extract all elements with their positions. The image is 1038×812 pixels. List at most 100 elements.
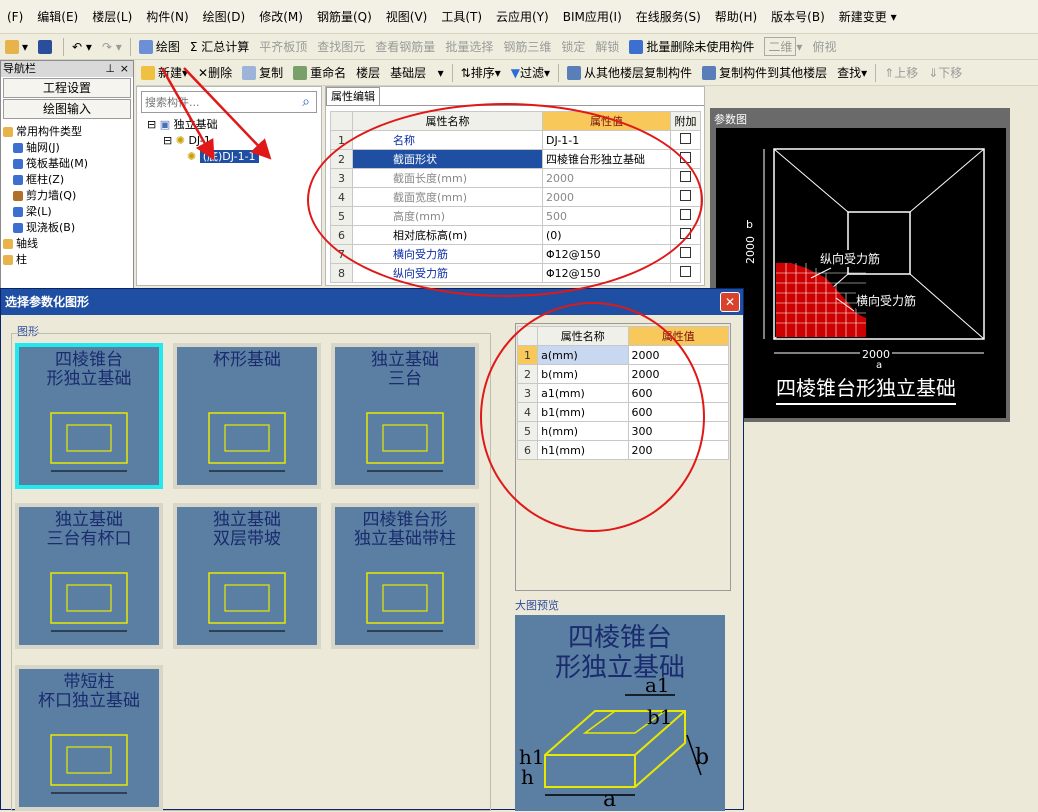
draw-input-button[interactable]: 绘图输入 bbox=[3, 99, 131, 119]
menu-item[interactable]: 构件(N) bbox=[139, 8, 195, 25]
dim-b-label: b bbox=[746, 218, 753, 231]
batch-select-button[interactable]: 批量选择 bbox=[440, 36, 498, 58]
top-view-button[interactable]: 俯视 bbox=[807, 36, 841, 58]
menu-item[interactable]: 帮助(H) bbox=[708, 8, 764, 25]
save-icon[interactable] bbox=[33, 36, 60, 58]
menu-item[interactable]: 云应用(Y) bbox=[489, 8, 556, 25]
shape-title: 带短柱 杯口独立基础 bbox=[38, 672, 140, 711]
redo-icon[interactable]: ↷ ▾ bbox=[97, 36, 127, 58]
nav-item[interactable]: 现浇板(B) bbox=[3, 220, 133, 236]
nav-item-label: 轴线 bbox=[16, 237, 38, 250]
nav-item-icon bbox=[3, 255, 13, 265]
find-button[interactable]: 查找 ▾ bbox=[832, 62, 872, 84]
nav-item[interactable]: 常用构件类型 bbox=[3, 124, 133, 140]
shape-card[interactable]: 四棱锥台 形独立基础 bbox=[15, 343, 163, 489]
brush-icon bbox=[629, 39, 644, 54]
menu-item[interactable]: (F) bbox=[0, 10, 30, 24]
row-number: 8 bbox=[330, 263, 353, 283]
nav-header: 导航栏 ⊥ × bbox=[1, 61, 133, 77]
menu-item[interactable]: 楼层(L) bbox=[85, 8, 139, 25]
nav-item-label: 剪力墙(Q) bbox=[26, 189, 77, 202]
nav-item-icon bbox=[13, 143, 23, 153]
shape-card[interactable]: 独立基础 三台有杯口 bbox=[15, 503, 163, 649]
nav-item-label: 现浇板(B) bbox=[26, 221, 76, 234]
shape-title: 杯形基础 bbox=[213, 350, 281, 370]
rebar-3d-button[interactable]: 钢筋三维 bbox=[498, 36, 556, 58]
shape-card[interactable]: 四棱锥台形 独立基础带柱 bbox=[331, 503, 479, 649]
preview-label-b: b bbox=[695, 745, 710, 770]
dialog-close-button[interactable]: ✕ bbox=[720, 292, 740, 312]
nav-item[interactable]: 轴线 bbox=[3, 236, 133, 252]
nav-close-icon[interactable]: × bbox=[120, 61, 129, 77]
find-element-button[interactable]: 查找图元 bbox=[312, 36, 370, 58]
undo-icon[interactable]: ↶ ▾ bbox=[67, 36, 97, 58]
nav-item-label: 常用构件类型 bbox=[16, 125, 82, 138]
preview-label-h: h bbox=[521, 765, 534, 789]
param-drawing: 2000 b 2000 a 纵向受力筋 横向受力筋 四棱锥台形独立基础 bbox=[716, 128, 1006, 418]
menu-item[interactable]: 新建变更 ▾ bbox=[832, 8, 904, 25]
nav-item[interactable]: 柱 bbox=[3, 252, 133, 268]
summary-button[interactable]: Σ 汇总计算 bbox=[185, 36, 254, 58]
param-caption: 四棱锥台形独立基础 bbox=[776, 372, 956, 405]
shape-card[interactable]: 杯形基础 bbox=[173, 343, 321, 489]
nav-item-label: 筏板基础(M) bbox=[26, 157, 89, 170]
copy-from-floor-button[interactable]: 从其他楼层复制构件 bbox=[562, 62, 697, 84]
move-down-button[interactable]: ⇓ 下移 bbox=[923, 62, 967, 84]
preview-label-b1: b1 bbox=[647, 705, 673, 729]
nav-item-icon bbox=[3, 239, 13, 249]
nav-item-label: 柱 bbox=[16, 253, 27, 266]
pin-icon[interactable]: ⊥ bbox=[105, 61, 115, 77]
nav-item-icon bbox=[13, 223, 23, 233]
menu-item[interactable]: 工具(T) bbox=[434, 8, 489, 25]
extra-checkbox[interactable] bbox=[670, 263, 701, 283]
menu-item[interactable]: BIM应用(I) bbox=[556, 8, 629, 25]
nav-item-icon bbox=[13, 159, 23, 169]
menu-item[interactable]: 编辑(E) bbox=[30, 8, 85, 25]
menu-item[interactable]: 视图(V) bbox=[379, 8, 435, 25]
menu-item[interactable]: 在线服务(S) bbox=[629, 8, 708, 25]
project-settings-button[interactable]: 工程设置 bbox=[3, 78, 131, 98]
flat-roof-button[interactable]: 平齐板顶 bbox=[254, 36, 312, 58]
view-rebar-button[interactable]: 查看钢筋量 bbox=[370, 36, 440, 58]
menu-item[interactable]: 版本号(B) bbox=[764, 8, 832, 25]
floor-select[interactable]: 基础层 ▾ bbox=[385, 62, 448, 84]
copy-to-icon bbox=[702, 65, 717, 80]
nav-item[interactable]: 筏板基础(M) bbox=[3, 156, 133, 172]
preview-diagram bbox=[544, 694, 702, 796]
nav-item-icon bbox=[13, 175, 23, 185]
unlock-button[interactable]: 解锁 bbox=[590, 36, 624, 58]
shape-title: 四棱锥台 形独立基础 bbox=[46, 350, 132, 389]
nav-item-label: 轴网(J) bbox=[26, 141, 60, 154]
view-2d-select[interactable]: 二维 ▾ bbox=[759, 36, 807, 58]
sort-button[interactable]: ⇅ 排序 ▾ bbox=[456, 62, 506, 84]
filter-button[interactable]: ▼ 过滤 ▾ bbox=[506, 62, 555, 84]
nav-item-label: 梁(L) bbox=[26, 205, 52, 218]
copy-to-floor-button[interactable]: 复制构件到其他楼层 bbox=[697, 62, 832, 84]
draw-button[interactable]: 绘图 bbox=[134, 36, 185, 58]
draw-icon bbox=[138, 39, 153, 54]
menu-item[interactable]: 绘图(D) bbox=[196, 8, 253, 25]
nav-tree: 常用构件类型轴网(J) 筏板基础(M) 框柱(Z) 剪力墙(Q) 梁(L) 现浇板(B) 轴… bbox=[1, 120, 133, 268]
nav-item[interactable]: 轴网(J) bbox=[3, 140, 133, 156]
move-up-button[interactable]: ⇑ 上移 bbox=[879, 62, 923, 84]
shape-card[interactable]: 独立基础 三台 bbox=[331, 343, 479, 489]
shape-card[interactable]: 带短柱 杯口独立基础 bbox=[15, 665, 163, 811]
shape-title: 独立基础 双层带坡 bbox=[213, 510, 281, 549]
param-view-title: 参数图 bbox=[714, 113, 747, 126]
nav-item[interactable]: 梁(L) bbox=[3, 204, 133, 220]
annotation-arrows bbox=[160, 67, 272, 161]
nav-panel: 导航栏 ⊥ × 工程设置 绘图输入 常用构件类型 轴网(J) 筏板基础(M) 框柱(Z) 剪… bbox=[0, 60, 134, 290]
tab-property-edit[interactable]: 属性编辑 bbox=[326, 87, 380, 105]
nav-item-icon bbox=[13, 191, 23, 201]
menu-item[interactable]: 修改(M) bbox=[252, 8, 310, 25]
open-icon[interactable]: ▾ bbox=[0, 36, 33, 58]
floor-label: 楼层 bbox=[356, 66, 381, 80]
lock-button[interactable]: 锁定 bbox=[556, 36, 590, 58]
shape-card[interactable]: 独立基础 双层带坡 bbox=[173, 503, 321, 649]
nav-item[interactable]: 框柱(Z) bbox=[3, 172, 133, 188]
extra-checkbox[interactable] bbox=[670, 130, 701, 150]
nav-item[interactable]: 剪力墙(Q) bbox=[3, 188, 133, 204]
batch-delete-button[interactable]: 批量删除未使用构件 bbox=[624, 36, 759, 58]
menu-item[interactable]: 钢筋量(Q) bbox=[310, 8, 379, 25]
param-view-panel: 参数图 2000 b 2000 a 纵向受力筋 横向受力筋 四棱锥台形独立基础 bbox=[710, 108, 1010, 422]
